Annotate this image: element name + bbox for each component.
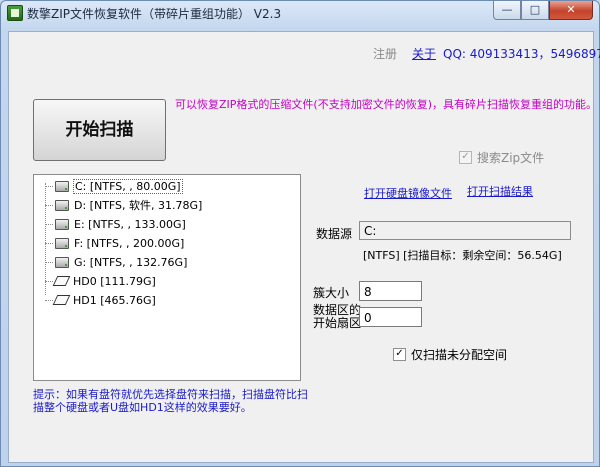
drive-icon — [55, 218, 69, 230]
data-source-info: [NTFS] [扫描目标：剩余空间：56.54G] — [363, 249, 562, 262]
app-icon — [7, 5, 23, 21]
cluster-size-label: 簇大小 — [313, 286, 350, 300]
hard-disk-icon — [52, 295, 71, 305]
start-scan-button[interactable]: 开始扫描 — [33, 99, 166, 161]
tree-item-label: C: [NTFS, , 80.00G] — [73, 178, 183, 194]
tree-item-label: HD1 [465.76G] — [73, 293, 156, 307]
app-window: 数擎ZIP文件恢复软件（带碎片重组功能） V2.3 — □ ✕ 注册 关于 QQ… — [0, 0, 600, 467]
start-sector-label-line: 开始扇区 — [313, 316, 362, 330]
tree-branch — [45, 204, 53, 206]
tree-item-e[interactable]: E: [NTFS, , 133.00G] — [45, 215, 187, 233]
data-source-label: 数据源 — [316, 227, 353, 241]
tree-item-hd1[interactable]: HD1 [465.76G] — [45, 291, 157, 309]
start-sector-label: 数据区的 开始扇区 — [313, 304, 361, 330]
search-zip-checkbox: ✓ 搜索Zip文件 — [459, 149, 544, 166]
tree-item-hd0[interactable]: HD0 [111.79G] — [45, 272, 157, 290]
window-title: 数擎ZIP文件恢复软件（带碎片重组功能） V2.3 — [27, 7, 282, 21]
tree-item-label: F: [NTFS, , 200.00G] — [74, 236, 185, 250]
minimize-button[interactable]: — — [493, 1, 521, 20]
start-sector-input[interactable]: 0 — [359, 307, 422, 327]
scan-unallocated-label: 仅扫描未分配空间 — [411, 348, 508, 362]
tree-item-g[interactable]: G: [NTFS, , 132.76G] — [45, 253, 188, 271]
tree-branch — [45, 280, 53, 282]
tree-item-label: G: [NTFS, , 132.76G] — [74, 255, 188, 269]
tree-branch — [45, 242, 53, 244]
tree-branch — [45, 223, 53, 225]
title-bar[interactable]: 数擎ZIP文件恢复软件（带碎片重组功能） V2.3 — □ ✕ — [1, 1, 599, 23]
register-link[interactable]: 注册 — [373, 45, 397, 62]
qq-contact-text: QQ: 409133413，54968973 — [443, 47, 600, 61]
tree-item-label: HD0 [111.79G] — [73, 274, 156, 288]
checkbox-check-icon: ✓ — [459, 151, 472, 164]
tree-branch — [45, 299, 53, 301]
main-panel: 注册 关于 QQ: 409133413，54968973 可以恢复ZIP格式的压… — [8, 31, 600, 463]
data-source-field: C: — [359, 221, 571, 240]
hard-disk-icon — [52, 276, 71, 286]
close-button[interactable]: ✕ — [549, 1, 593, 20]
hint-line: 描整个硬盘或者U盘如HD1这样的效果要好。 — [33, 401, 252, 414]
drive-icon — [55, 180, 69, 192]
search-zip-label: 搜索Zip文件 — [477, 151, 545, 165]
drive-icon — [55, 199, 69, 211]
maximize-button[interactable]: □ — [521, 1, 549, 20]
tree-item-label: D: [NTFS, 软件, 31.78G] — [74, 199, 203, 212]
tree-branch — [45, 261, 53, 263]
open-scan-result-link[interactable]: 打开扫描结果 — [467, 183, 533, 199]
hint-text: 提示：如果有盘符就优先选择盘符来扫描，扫描盘符比扫 描整个硬盘或者U盘如HD1这… — [33, 388, 308, 414]
tree-item-f[interactable]: F: [NTFS, , 200.00G] — [45, 234, 185, 252]
drive-tree[interactable]: C: [NTFS, , 80.00G] D: [NTFS, 软件, 31.78G… — [33, 174, 301, 381]
drive-icon — [55, 237, 69, 249]
hint-line: 提示：如果有盘符就优先选择盘符来扫描，扫描盘符比扫 — [33, 388, 308, 401]
tree-item-label: E: [NTFS, , 133.00G] — [74, 217, 186, 231]
open-disk-image-link[interactable]: 打开硬盘镜像文件 — [364, 185, 452, 201]
checkbox-check-icon[interactable]: ✓ — [393, 348, 406, 361]
tree-item-d[interactable]: D: [NTFS, 软件, 31.78G] — [45, 196, 203, 214]
tree-item-c[interactable]: C: [NTFS, , 80.00G] — [45, 177, 183, 195]
window-controls: — □ ✕ — [493, 1, 593, 20]
tree-branch — [45, 185, 53, 187]
scan-unallocated-checkbox[interactable]: ✓ 仅扫描未分配空间 — [393, 346, 507, 363]
about-link[interactable]: 关于 — [412, 45, 436, 62]
intro-text: 可以恢复ZIP格式的压缩文件(不支持加密文件的恢复)，具有碎片扫描恢复重组的功能… — [175, 98, 597, 111]
cluster-size-input[interactable]: 8 — [359, 281, 422, 301]
drive-icon — [55, 256, 69, 268]
